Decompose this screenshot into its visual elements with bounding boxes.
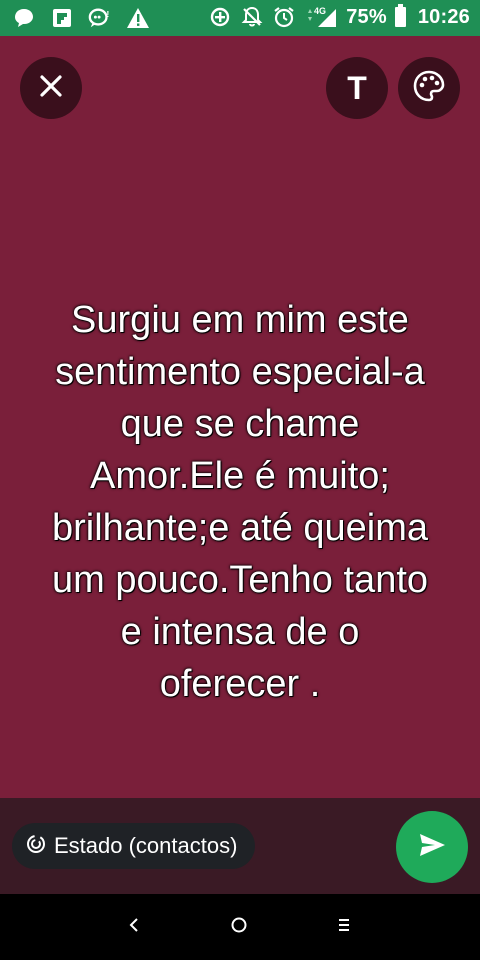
svg-text:!: ! [106,9,109,19]
system-nav-bar [0,894,480,960]
network-type: 4G [314,6,326,16]
nav-recents-button[interactable] [329,912,359,942]
mute-icon [240,5,264,29]
close-icon [38,73,64,104]
clock: 10:26 [417,5,470,28]
messenger-icon: ! [88,6,112,30]
flipboard-icon [50,6,74,30]
status-canvas[interactable]: T Surgiu em mim este sentimento especial… [0,36,480,798]
warning-icon [126,6,150,30]
signal-icon: 4G [304,5,338,29]
data-saver-icon [208,5,232,29]
status-text[interactable]: Surgiu em mim este sentimento especial-a… [20,294,460,710]
battery-icon [394,4,406,27]
chat-bubble-icon [12,6,36,30]
color-palette-button[interactable] [398,57,460,119]
home-icon [230,916,248,939]
notification-icons: ! [12,6,150,30]
audience-selector[interactable]: Estado (contactos) [12,823,256,869]
back-icon [127,916,141,939]
privacy-ring-icon [26,834,46,859]
alarm-icon [272,5,296,29]
status-bar: ! 4G 75% 10:26 [0,0,480,36]
font-icon: T [347,69,367,106]
palette-icon [412,69,446,108]
send-button[interactable] [396,811,468,883]
close-button[interactable] [20,57,82,119]
font-button[interactable]: T [326,57,388,119]
recents-icon [336,917,352,938]
bottom-bar: Estado (contactos) [0,798,480,894]
audience-label: Estado (contactos) [54,833,238,858]
nav-back-button[interactable] [119,912,149,942]
send-icon [417,830,447,865]
battery-percent: 75% [346,5,387,28]
nav-home-button[interactable] [224,912,254,942]
system-indicators: 4G 75% 10:26 [208,4,470,29]
